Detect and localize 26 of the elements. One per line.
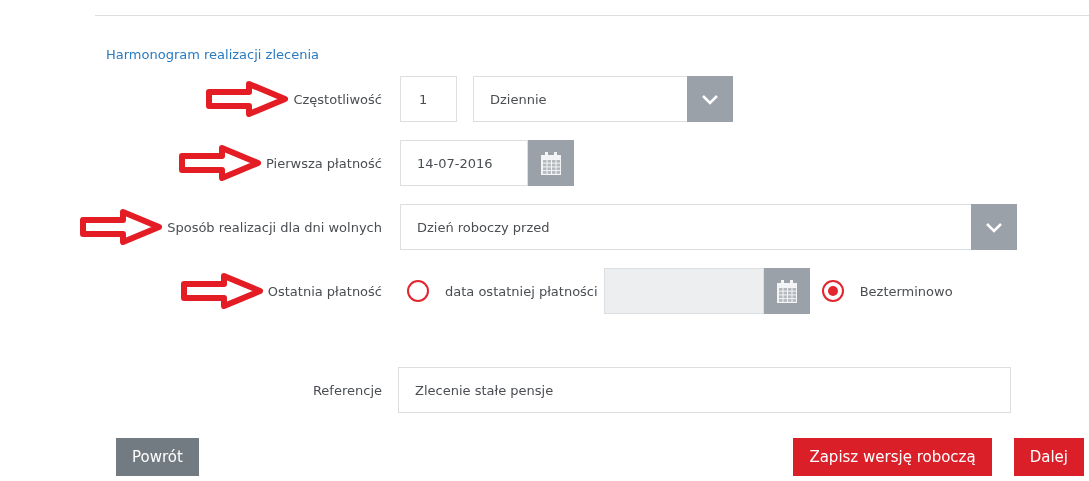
text-field[interactable]: Zlecenie stałe pensje [398, 367, 1011, 413]
date-field[interactable]: 14-07-2016 [400, 140, 528, 186]
radio-button[interactable] [821, 280, 844, 302]
dropdown-field[interactable]: Dziennie [473, 76, 733, 122]
radio-label: data ostatniej płatności [445, 283, 598, 299]
calendar-button[interactable] [763, 268, 810, 314]
section-title: Harmonogram realizacji zlecenia [106, 47, 319, 62]
radio-label: Bezterminowo [859, 283, 953, 299]
chevron-down-icon [984, 220, 1004, 234]
calendar-icon [540, 151, 562, 175]
field-label: Pierwsza płatność [266, 155, 382, 171]
dropdown-button[interactable] [687, 76, 733, 122]
field-label: Sposób realizacji dla dni wolnych [167, 219, 382, 235]
field-label: Referencje [312, 382, 382, 398]
number-field[interactable]: 1 [400, 76, 457, 122]
action-button[interactable]: Zapisz wersję roboczą [793, 438, 992, 476]
calendar-icon [775, 279, 798, 303]
field-label: Ostatnia płatność [267, 283, 382, 299]
field-label: Częstotliwość [293, 91, 382, 107]
radio-button[interactable] [407, 280, 429, 302]
chevron-down-icon [700, 92, 720, 106]
back-button[interactable]: Powrót [116, 438, 199, 476]
action-button[interactable]: Dalej [1013, 438, 1084, 476]
calendar-button[interactable] [528, 140, 574, 186]
dropdown-button[interactable] [971, 204, 1017, 250]
dropdown-field[interactable]: Dzień roboczy przed [400, 204, 1017, 250]
